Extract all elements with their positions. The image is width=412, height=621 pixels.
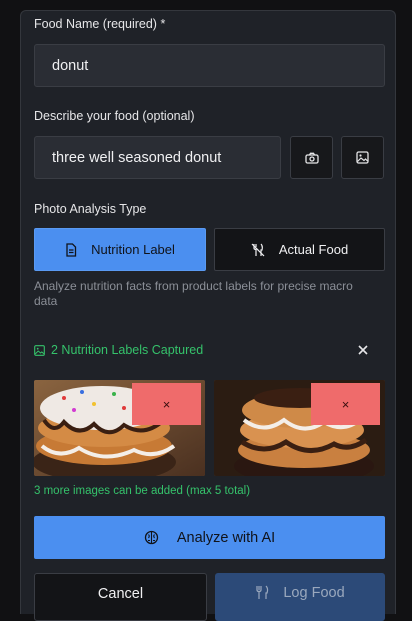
captured-status-text: 2 Nutrition Labels Captured xyxy=(51,343,204,357)
log-food-button[interactable]: Log Food xyxy=(215,573,385,621)
food-name-input[interactable]: donut xyxy=(34,44,385,87)
document-icon xyxy=(66,242,77,257)
tab-label: Actual Food xyxy=(278,242,349,257)
close-icon xyxy=(358,345,368,355)
captured-image-1: × xyxy=(34,380,205,476)
image-limit-note: 3 more images can be added (max 5 total) xyxy=(34,485,251,497)
remove-image-button[interactable]: × xyxy=(311,383,380,425)
fork-knife-off-icon xyxy=(251,243,265,256)
utensils-icon xyxy=(256,585,269,599)
tab-label: Nutrition Label xyxy=(91,242,175,257)
log-food-panel: Food Name (required) * donut Describe yo… xyxy=(20,10,396,621)
analysis-hint: Analyze nutrition facts from product lab… xyxy=(34,279,353,308)
log-food-label: Log Food xyxy=(283,585,345,601)
describe-input[interactable]: three well seasoned donut xyxy=(34,136,281,179)
analysis-type-label: Photo Analysis Type xyxy=(34,202,147,216)
gallery-button[interactable] xyxy=(341,136,384,179)
camera-button[interactable] xyxy=(290,136,333,179)
analyze-button[interactable]: Analyze with AI xyxy=(34,516,385,559)
image-icon xyxy=(356,151,369,164)
captured-status: 2 Nutrition Labels Captured xyxy=(34,343,203,357)
brain-icon xyxy=(144,530,158,545)
describe-label: Describe your food (optional) xyxy=(34,109,195,123)
food-name-label: Food Name (required) * xyxy=(34,17,166,31)
clear-captures-button[interactable] xyxy=(352,341,374,359)
remove-image-button[interactable]: × xyxy=(132,383,201,425)
camera-icon xyxy=(304,152,319,164)
analyze-label: Analyze with AI xyxy=(176,529,276,546)
tab-nutrition-label[interactable]: Nutrition Label xyxy=(34,228,206,271)
cancel-button[interactable]: Cancel xyxy=(34,573,207,621)
tab-actual-food[interactable]: Actual Food xyxy=(214,228,385,271)
image-icon xyxy=(34,344,45,356)
captured-image-2: × xyxy=(214,380,385,476)
